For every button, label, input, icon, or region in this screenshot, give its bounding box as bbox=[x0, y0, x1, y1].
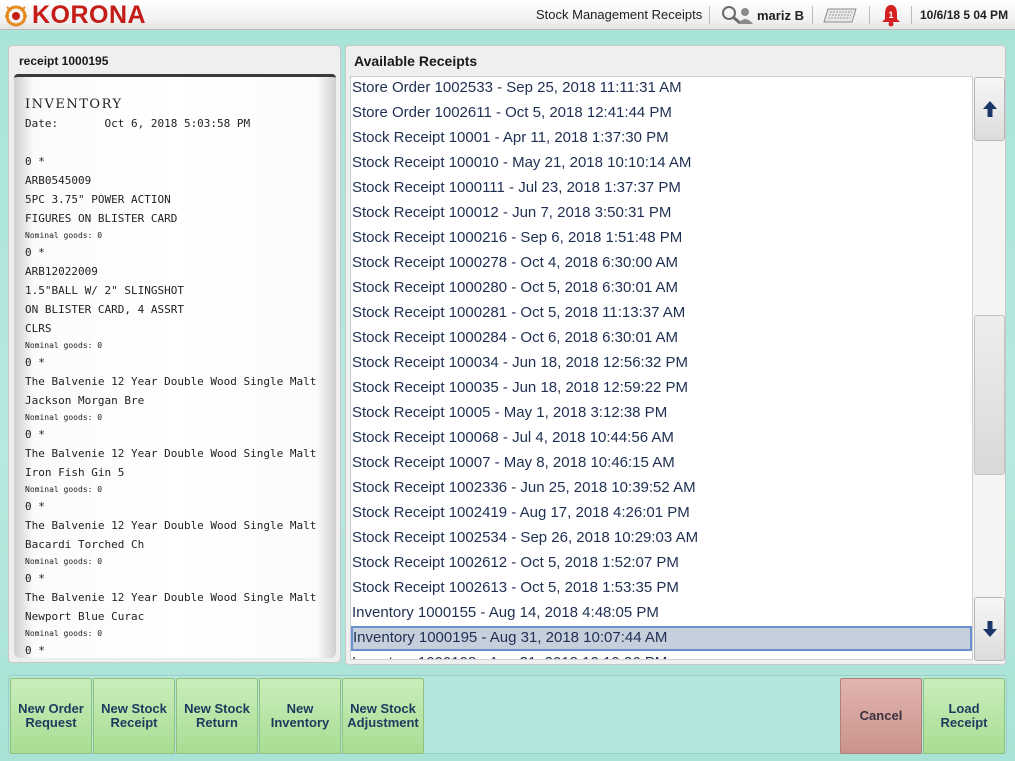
receipt-line: Newport Blue Curac bbox=[25, 610, 145, 623]
receipt-line: 0 * bbox=[25, 155, 45, 168]
new-stock-adjustment-button[interactable]: New Stock Adjustment bbox=[342, 678, 424, 754]
divider bbox=[812, 6, 813, 24]
receipt-line bbox=[25, 133, 325, 152]
receipt-list-item[interactable]: Stock Receipt 1000280 - Oct 5, 2018 6:30… bbox=[351, 276, 972, 301]
user-name[interactable]: mariz B bbox=[757, 8, 804, 23]
receipt-line: Bacardi Torched Ch bbox=[25, 538, 145, 551]
divider bbox=[709, 6, 710, 24]
receipt-preview-title: receipt 1000195 bbox=[19, 54, 109, 68]
available-receipts-panel: Available Receipts Store Order 1002533 -… bbox=[345, 45, 1006, 665]
receipt-line: ON BLISTER CARD, 4 ASSRT bbox=[25, 303, 184, 316]
receipt-line: The Balvenie 12 Year Double Wood Single … bbox=[25, 375, 317, 388]
receipt-lines: INVENTORY Date: Oct 6, 2018 5:03:58 PM 0 *… bbox=[25, 95, 325, 658]
receipt-line: ARB0545009 bbox=[25, 174, 92, 187]
receipt-line: Jackson Morgan Bre bbox=[25, 394, 145, 407]
receipt-list-item[interactable]: Stock Receipt 1000284 - Oct 6, 2018 6:30… bbox=[351, 326, 972, 351]
top-bar: KORONA Stock Management Receipts mariz B… bbox=[0, 0, 1015, 30]
available-receipts-list[interactable]: Store Order 1002533 - Sep 25, 2018 11:11… bbox=[350, 76, 973, 660]
receipt-list-item[interactable]: Stock Receipt 100035 - Jun 18, 2018 12:5… bbox=[351, 376, 972, 401]
receipt-list-item[interactable]: Inventory 1000198 - Aug 31, 2018 12:19:2… bbox=[351, 651, 972, 659]
new-inventory-button[interactable]: New Inventory bbox=[259, 678, 341, 754]
receipt-line: The Balvenie 12 Year Double Wood Single … bbox=[25, 591, 317, 604]
receipt-heading: INVENTORY bbox=[25, 97, 123, 112]
receipt-line: Date: Oct 6, 2018 5:03:58 PM bbox=[25, 117, 251, 130]
receipt-line: FIGURES ON BLISTER CARD bbox=[25, 212, 178, 225]
receipt-list-item[interactable]: Stock Receipt 1002612 - Oct 5, 2018 1:52… bbox=[351, 551, 972, 576]
receipt-line: Nominal goods: 0 bbox=[25, 629, 103, 638]
receipt-list-item[interactable]: Stock Receipt 100068 - Jul 4, 2018 10:44… bbox=[351, 426, 972, 451]
receipt-list-item[interactable]: Stock Receipt 10001 - Apr 11, 2018 1:37:… bbox=[351, 126, 972, 151]
datetime: 10/6/18 5 04 PM bbox=[920, 8, 1009, 22]
receipt-line: CLRS bbox=[25, 322, 52, 335]
load-receipt-button[interactable]: Load Receipt bbox=[923, 678, 1005, 754]
receipt-list-item[interactable]: Stock Receipt 1000281 - Oct 5, 2018 11:1… bbox=[351, 301, 972, 326]
user-search-icon[interactable] bbox=[718, 4, 756, 31]
scroll-down-button[interactable] bbox=[974, 597, 1005, 661]
receipt-line: Iron Fish Gin 5 bbox=[25, 466, 125, 479]
arrow-down-icon bbox=[982, 621, 997, 637]
receipt-line: 0 * bbox=[25, 572, 45, 585]
receipt-line: The Balvenie 12 Year Double Wood Single … bbox=[25, 519, 317, 532]
receipt-list-item[interactable]: Stock Receipt 1000111 - Jul 23, 2018 1:3… bbox=[351, 176, 972, 201]
divider bbox=[911, 6, 912, 24]
receipt-line: Nominal goods: 0 bbox=[25, 485, 103, 494]
new-stock-receipt-button[interactable]: New Stock Receipt bbox=[93, 678, 175, 754]
receipt-list-item[interactable]: Store Order 1002533 - Sep 25, 2018 11:11… bbox=[351, 77, 972, 101]
screen-title: Stock Management Receipts bbox=[536, 7, 703, 22]
receipt-line: 0 * bbox=[25, 500, 45, 513]
new-order-request-button[interactable]: New Order Request bbox=[10, 678, 92, 754]
receipt-list-item[interactable]: Stock Receipt 10005 - May 1, 2018 3:12:3… bbox=[351, 401, 972, 426]
receipt-list-item[interactable]: Stock Receipt 1002613 - Oct 5, 2018 1:53… bbox=[351, 576, 972, 601]
bottom-action-bar: New Order Request New Stock Receipt New … bbox=[8, 675, 1007, 754]
divider bbox=[869, 6, 870, 24]
available-receipts-title: Available Receipts bbox=[354, 53, 478, 69]
keyboard-icon[interactable] bbox=[822, 7, 858, 29]
scrollbar[interactable] bbox=[973, 76, 1005, 663]
receipt-list-item[interactable]: Stock Receipt 1000216 - Sep 6, 2018 1:51… bbox=[351, 226, 972, 251]
receipt-line: Nominal goods: 0 bbox=[25, 231, 103, 240]
new-stock-return-button[interactable]: New Stock Return bbox=[176, 678, 258, 754]
receipt-line: 0 * bbox=[25, 644, 45, 657]
receipt-paper[interactable]: INVENTORY Date: Oct 6, 2018 5:03:58 PM 0 *… bbox=[14, 74, 336, 658]
receipt-line: 5PC 3.75" POWER ACTION bbox=[25, 193, 171, 206]
receipt-line: The Balvenie 12 Year Double Wood Single … bbox=[25, 447, 317, 460]
receipt-line: Nominal goods: 0 bbox=[25, 557, 103, 566]
receipt-line: 0 * bbox=[25, 356, 45, 369]
receipt-list-item[interactable]: Stock Receipt 1002534 - Sep 26, 2018 10:… bbox=[351, 526, 972, 551]
receipt-list-item[interactable]: Stock Receipt 1002419 - Aug 17, 2018 4:2… bbox=[351, 501, 972, 526]
korona-logo-icon bbox=[5, 5, 27, 27]
korona-logo: KORONA bbox=[2, 2, 146, 28]
notification-count: 1 bbox=[888, 10, 893, 20]
cancel-button[interactable]: Cancel bbox=[840, 678, 922, 754]
receipt-preview-panel: receipt 1000195 INVENTORY Date: Oct 6, 20… bbox=[8, 45, 341, 663]
receipt-list-item[interactable]: Stock Receipt 1002336 - Jun 25, 2018 10:… bbox=[351, 476, 972, 501]
receipt-list-item[interactable]: Stock Receipt 10007 - May 8, 2018 10:46:… bbox=[351, 451, 972, 476]
receipt-list-item[interactable]: Store Order 1002611 - Oct 5, 2018 12:41:… bbox=[351, 101, 972, 126]
receipt-list-item-selected[interactable]: Inventory 1000195 - Aug 31, 2018 10:07:4… bbox=[351, 626, 972, 651]
receipt-list-item[interactable]: Stock Receipt 1000278 - Oct 4, 2018 6:30… bbox=[351, 251, 972, 276]
receipt-line: Nominal goods: 0 bbox=[25, 341, 103, 350]
receipt-line: ARB12022009 bbox=[25, 265, 98, 278]
logo-text: KORONA bbox=[32, 1, 147, 29]
receipt-list-item[interactable]: Inventory 1000155 - Aug 14, 2018 4:48:05… bbox=[351, 601, 972, 626]
bell-icon[interactable]: 1 bbox=[880, 3, 902, 32]
receipt-line: 0 * bbox=[25, 246, 45, 259]
scroll-up-button[interactable] bbox=[974, 77, 1005, 141]
scrollbar-thumb[interactable] bbox=[974, 315, 1005, 475]
arrow-up-icon bbox=[982, 101, 997, 117]
receipt-list-item[interactable]: Stock Receipt 100012 - Jun 7, 2018 3:50:… bbox=[351, 201, 972, 226]
receipt-line: 1.5"BALL W/ 2" SLINGSHOT bbox=[25, 284, 184, 297]
receipt-list-item[interactable]: Stock Receipt 100010 - May 21, 2018 10:1… bbox=[351, 151, 972, 176]
receipt-line: 0 * bbox=[25, 428, 45, 441]
receipt-line: Nominal goods: 0 bbox=[25, 413, 103, 422]
receipt-list-item[interactable]: Stock Receipt 100034 - Jun 18, 2018 12:5… bbox=[351, 351, 972, 376]
